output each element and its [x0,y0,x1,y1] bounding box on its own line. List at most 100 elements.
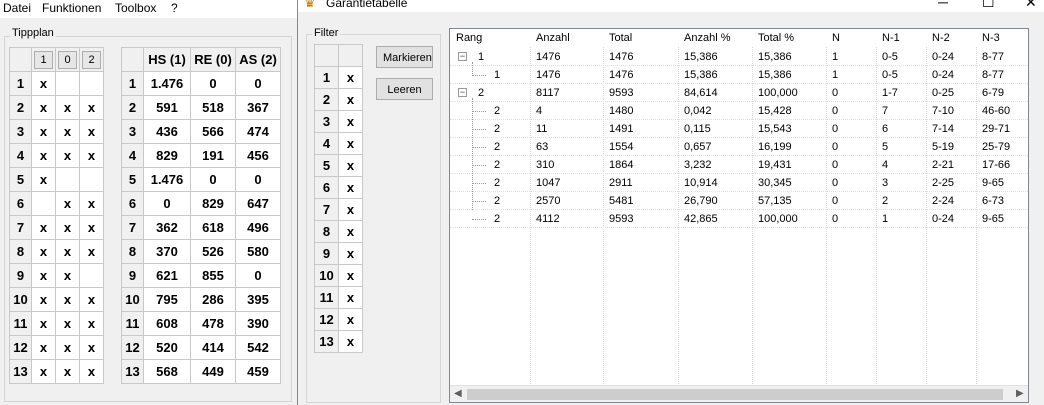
tippplan-cell[interactable] [55,167,80,192]
tree-col-header[interactable]: N-1 [876,29,926,47]
tippplan-cell[interactable]: x [31,95,56,120]
tippplan-cell[interactable]: x [31,167,56,192]
filter-cell[interactable]: x [338,286,363,309]
filter-cell[interactable]: x [338,330,363,353]
tippplan-cell[interactable]: x [79,311,104,336]
tree-row[interactable]: 2 4112 9593 42,865 100,000 0 1 0-24 9-65 [450,210,1028,228]
tippplan-cell[interactable]: x [31,287,56,312]
tree-cell: 15,386 [684,69,718,81]
tree-row[interactable]: 2 2570 5481 26,790 57,135 0 2 2-24 6-73 [450,192,1028,210]
tree-col-header[interactable]: N [826,29,876,47]
tree-row[interactable]: 2 1047 2911 10,914 30,345 0 3 2-25 9-65 [450,174,1028,192]
tree-row[interactable]: 2 310 1864 3,232 19,431 0 4 2-21 17-66 [450,156,1028,174]
tippplan-cell[interactable] [79,263,104,288]
minus-expander-icon[interactable]: − [458,52,467,61]
filter-cell[interactable]: x [338,198,363,221]
tree-cell: 0 [832,213,839,225]
tree-col-header[interactable]: N-3 [976,29,1028,47]
tippplan-header-button[interactable]: 0 [58,50,77,69]
tippplan-cell[interactable] [79,167,104,192]
tippplan-cell[interactable]: x [79,95,104,120]
tippplan-cell[interactable]: x [79,335,104,360]
filter-cell[interactable]: x [338,132,363,155]
menu-funktionen[interactable]: Funktionen [42,1,101,15]
tippplan-cell[interactable]: x [79,215,104,240]
tippplan-cell[interactable]: x [31,143,56,168]
tree-col-header[interactable]: Total [603,29,678,47]
tippplan-cell[interactable]: x [55,215,80,240]
tree-row[interactable]: 2 4 1480 0,042 15,428 0 7 7-10 46-60 [450,102,1028,120]
tippplan-cell[interactable]: x [55,263,80,288]
filter-cell[interactable]: x [338,220,363,243]
tippplan-cell[interactable]: x [79,239,104,264]
tippplan-header-button[interactable]: 2 [82,50,101,69]
filter-cell[interactable]: x [338,308,363,331]
tree-cell: 0,042 [684,105,712,117]
tippplan-cell[interactable]: x [55,191,80,216]
tree-col-header[interactable]: N-2 [926,29,976,47]
tippplan-cell[interactable]: x [31,263,56,288]
tippplan-cell[interactable]: x [31,359,56,384]
tippplan-cell[interactable]: x [55,95,80,120]
scroll-right-icon[interactable]: ▶ [1016,388,1024,399]
close-icon[interactable]: ✕ [1025,0,1037,11]
tippplan-cell[interactable]: x [31,311,56,336]
tree-row[interactable]: 2 8117 9593 84,614 100,000 0 1-7 0-25 6-79 − [450,84,1028,102]
tippplan-cell[interactable]: x [31,119,56,144]
tippplan-cell[interactable]: x [79,359,104,384]
tree-cell: 84,614 [684,87,718,99]
scroll-thumb[interactable] [467,389,1003,400]
tree-col-header[interactable]: Anzahl % [678,29,752,47]
garantie-treeview[interactable]: Rang Anzahl Total Anzahl % Total % N N-1 N-2 N-3… [449,28,1029,403]
maximize-icon[interactable]: ☐ [982,0,995,11]
tippplan-cell[interactable]: x [31,215,56,240]
tree-col-header[interactable]: Total % [752,29,826,47]
tippplan-cell[interactable]: x [55,239,80,264]
tippplan-cell[interactable]: x [55,359,80,384]
tippplan-cell[interactable]: x [79,287,104,312]
filter-row: 4x [314,132,363,155]
tippplan-cell[interactable]: x [79,191,104,216]
filter-cell[interactable]: x [338,264,363,287]
markieren-button[interactable]: Markieren [376,46,433,68]
stats-cell: 0 [190,167,236,192]
tippplan-cell[interactable]: x [31,71,56,96]
filter-cell[interactable]: x [338,66,363,89]
tippplan-cell[interactable]: x [55,143,80,168]
tippplan-cell[interactable]: x [79,143,104,168]
tippplan-cell[interactable] [79,71,104,96]
tree-row[interactable]: 2 11 1491 0,115 15,543 0 6 7-14 29-71 [450,120,1028,138]
filter-cell[interactable]: x [338,88,363,111]
tree-cell: 1 [494,69,501,81]
tippplan-cell[interactable]: x [55,119,80,144]
horizontal-scrollbar[interactable]: ◀ ▶ [450,385,1028,402]
tree-cell: 1491 [609,123,634,135]
menu-help[interactable]: ? [171,1,178,15]
filter-cell[interactable]: x [338,154,363,177]
tippplan-cell[interactable]: x [31,239,56,264]
tippplan-cell[interactable]: x [55,335,80,360]
tippplan-cell[interactable]: x [55,287,80,312]
menu-toolbox[interactable]: Toolbox [115,1,156,15]
tippplan-cell[interactable] [55,71,80,96]
menu-datei[interactable]: Datei [3,1,31,15]
tree-row[interactable]: 2 63 1554 0,657 16,199 0 5 5-19 25-79 [450,138,1028,156]
filter-cell[interactable]: x [338,242,363,265]
tree-col-header[interactable]: Rang [450,29,530,47]
filter-cell[interactable]: x [338,110,363,133]
tree-cell: 7-14 [932,123,955,135]
tippplan-cell[interactable]: x [55,311,80,336]
minimize-icon[interactable]: ─ [938,0,948,10]
tippplan-cell[interactable]: x [31,335,56,360]
tippplan-header-button[interactable]: 1 [34,50,53,69]
scroll-left-icon[interactable]: ◀ [454,388,462,399]
tippplan-cell[interactable] [31,191,56,216]
tippplan-cell[interactable]: x [79,119,104,144]
tree-col-header[interactable]: Anzahl [530,29,603,47]
leeren-button[interactable]: Leeren [376,78,433,100]
tree-row[interactable]: 1 1476 1476 15,386 15,386 1 0-5 0-24 8-77 [450,66,1028,84]
stats-row: 1 1.476 0 0 [121,71,281,96]
tree-row[interactable]: 1 1476 1476 15,386 15,386 1 0-5 0-24 8-77 − [450,48,1028,66]
filter-cell[interactable]: x [338,176,363,199]
minus-expander-icon[interactable]: − [458,88,467,97]
